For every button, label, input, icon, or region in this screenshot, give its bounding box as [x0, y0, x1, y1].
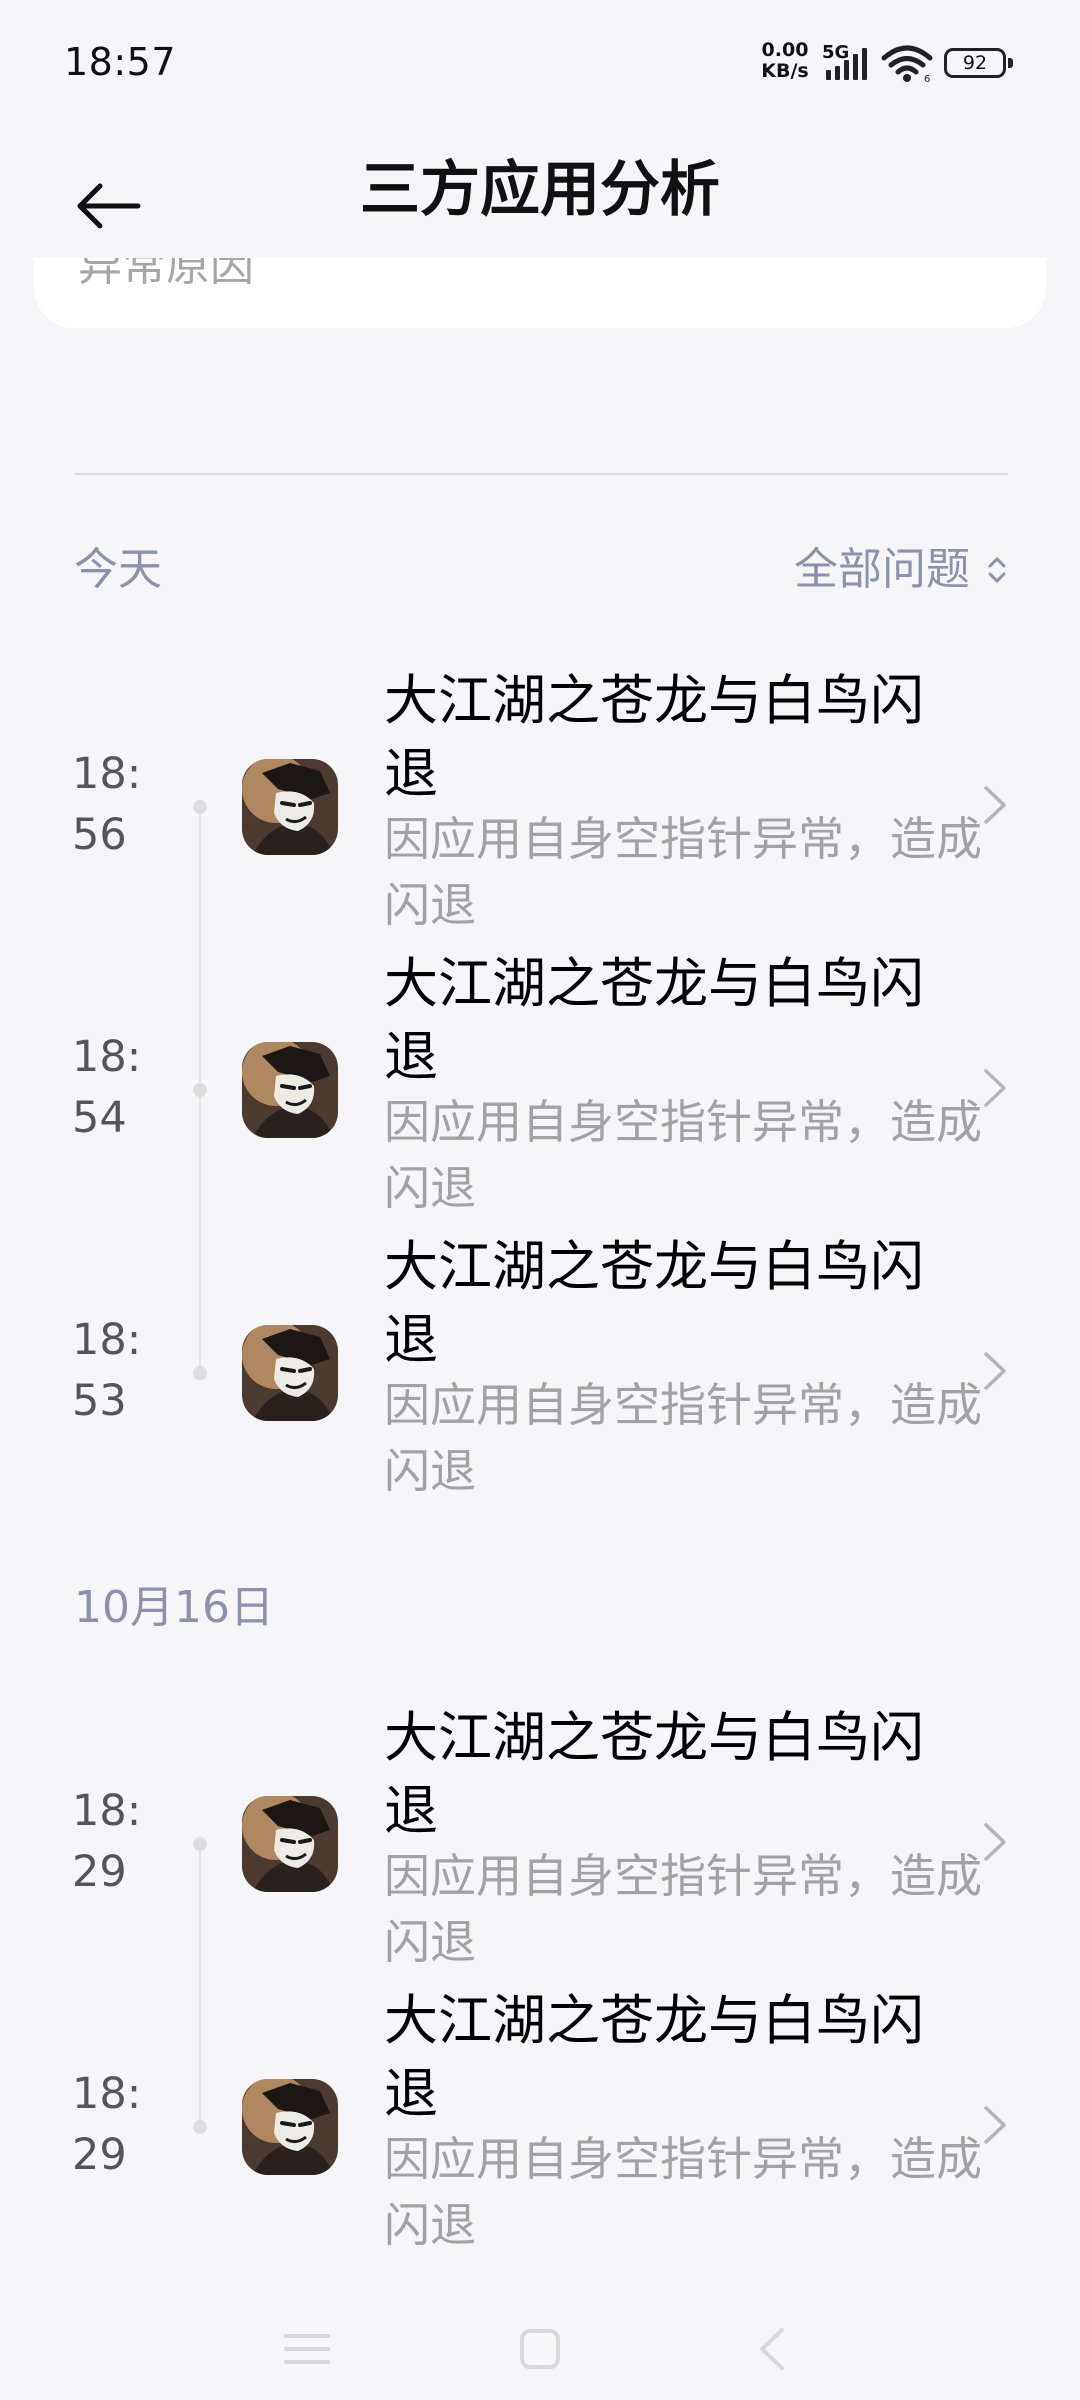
- chevron-right-icon: [984, 2106, 1006, 2144]
- home-button[interactable]: [505, 2314, 575, 2384]
- status-bar: 18:57 0.00 KB/s 5G 6 92: [0, 0, 1080, 120]
- crash-list-item[interactable]: 18:53 大江湖之苍龙与白鸟闪退 因应用自身空指针异常，造成闪退: [0, 1230, 1080, 1513]
- filter-dropdown[interactable]: 全部问题: [794, 538, 1008, 602]
- crash-description: 因应用自身空指针异常，造成闪退: [384, 1849, 982, 1969]
- status-time: 18:57: [64, 40, 177, 84]
- network-speed-value: 0.00: [761, 39, 809, 61]
- crash-list-item[interactable]: 18:54 大江湖之苍龙与白鸟闪退 因应用自身空指针异常，造成闪退: [0, 947, 1080, 1230]
- nav-back-button[interactable]: [738, 2314, 808, 2384]
- chevron-right-icon: [984, 1069, 1006, 1107]
- crash-list-item[interactable]: 18:29 大江湖之苍龙与白鸟闪退 因应用自身空指针异常，造成闪退: [0, 1701, 1080, 1984]
- crash-time: 18:56: [72, 749, 142, 860]
- timeline-dot: [193, 1366, 207, 1380]
- wifi-icon: 6: [880, 44, 934, 85]
- title-bar: 三方应用分析: [0, 120, 1080, 260]
- timeline-dot: [193, 1083, 207, 1097]
- crash-title: 大江湖之苍龙与白鸟闪退: [384, 1989, 924, 2125]
- navigation-bar: [0, 2300, 1080, 2400]
- timeline-dot: [193, 2120, 207, 2134]
- crash-time: 18:54: [72, 1032, 142, 1143]
- crash-time: 18:53: [72, 1315, 142, 1426]
- back-icon: [760, 2328, 784, 2370]
- page-title: 三方应用分析: [360, 155, 720, 225]
- timeline-dot: [193, 800, 207, 814]
- crash-list-earlier: 18:29 大江湖之苍龙与白鸟闪退 因应用自身空指针异常，造成闪退 18:29: [0, 1701, 1080, 2267]
- sort-icon: [988, 557, 1006, 583]
- chevron-right-icon: [984, 1352, 1006, 1390]
- section-date: 今天: [74, 544, 162, 595]
- crash-title: 大江湖之苍龙与白鸟闪退: [384, 1706, 924, 1842]
- crash-title: 大江湖之苍龙与白鸟闪退: [384, 1235, 924, 1371]
- signal-icon: 5G: [822, 42, 872, 82]
- crash-time: 18:29: [72, 2069, 142, 2180]
- crash-title: 大江湖之苍龙与白鸟闪退: [384, 669, 924, 805]
- menu-icon: [284, 2334, 330, 2364]
- crash-list-item[interactable]: 18:29 大江湖之苍龙与白鸟闪退 因应用自身空指针异常，造成闪退: [0, 1984, 1080, 2267]
- back-arrow-icon: [77, 183, 141, 229]
- section-header-today: 今天 全部问题: [74, 538, 1008, 602]
- crash-list-item[interactable]: 18:56 大江湖之苍龙与白鸟闪退 因应用自身空指针异常，造成闪退: [0, 664, 1080, 947]
- battery-level: 92: [944, 48, 1006, 78]
- chevron-right-icon: [984, 1823, 1006, 1861]
- card-label: 异常原因: [78, 258, 254, 291]
- crash-cause-card: 异常原因: [34, 258, 1046, 328]
- recent-apps-button[interactable]: [272, 2314, 342, 2384]
- network-speed: 0.00 KB/s: [752, 40, 818, 82]
- app-icon: [242, 1325, 338, 1421]
- card-clip: 异常原因: [0, 258, 1080, 338]
- crash-title: 大江湖之苍龙与白鸟闪退: [384, 952, 924, 1088]
- back-button[interactable]: [66, 146, 156, 236]
- app-icon: [242, 1042, 338, 1138]
- crash-description: 因应用自身空指针异常，造成闪退: [384, 812, 982, 932]
- crash-description: 因应用自身空指针异常，造成闪退: [384, 1378, 982, 1498]
- divider: [74, 473, 1008, 475]
- timeline-dot: [193, 1837, 207, 1851]
- section-date: 10月16日: [74, 1582, 274, 1633]
- crash-time: 18:29: [72, 1786, 142, 1897]
- battery-cap: [1008, 58, 1013, 68]
- app-icon: [242, 1796, 338, 1892]
- network-speed-unit: KB/s: [761, 60, 809, 82]
- app-icon: [242, 2079, 338, 2175]
- svg-text:6: 6: [924, 74, 930, 84]
- section-header-date: 10月16日: [74, 1576, 1008, 1640]
- network-type: 5G: [822, 42, 850, 63]
- crash-description: 因应用自身空指针异常，造成闪退: [384, 1095, 982, 1215]
- filter-label: 全部问题: [794, 544, 970, 595]
- crash-description: 因应用自身空指针异常，造成闪退: [384, 2132, 982, 2252]
- app-icon: [242, 759, 338, 855]
- battery-icon: 92: [944, 48, 1016, 78]
- chevron-right-icon: [984, 786, 1006, 824]
- home-icon: [520, 2329, 560, 2369]
- crash-list-today: 18:56 大江湖之苍龙与白鸟闪退 因应用自身空指针异常，造成闪退 18:54: [0, 664, 1080, 1513]
